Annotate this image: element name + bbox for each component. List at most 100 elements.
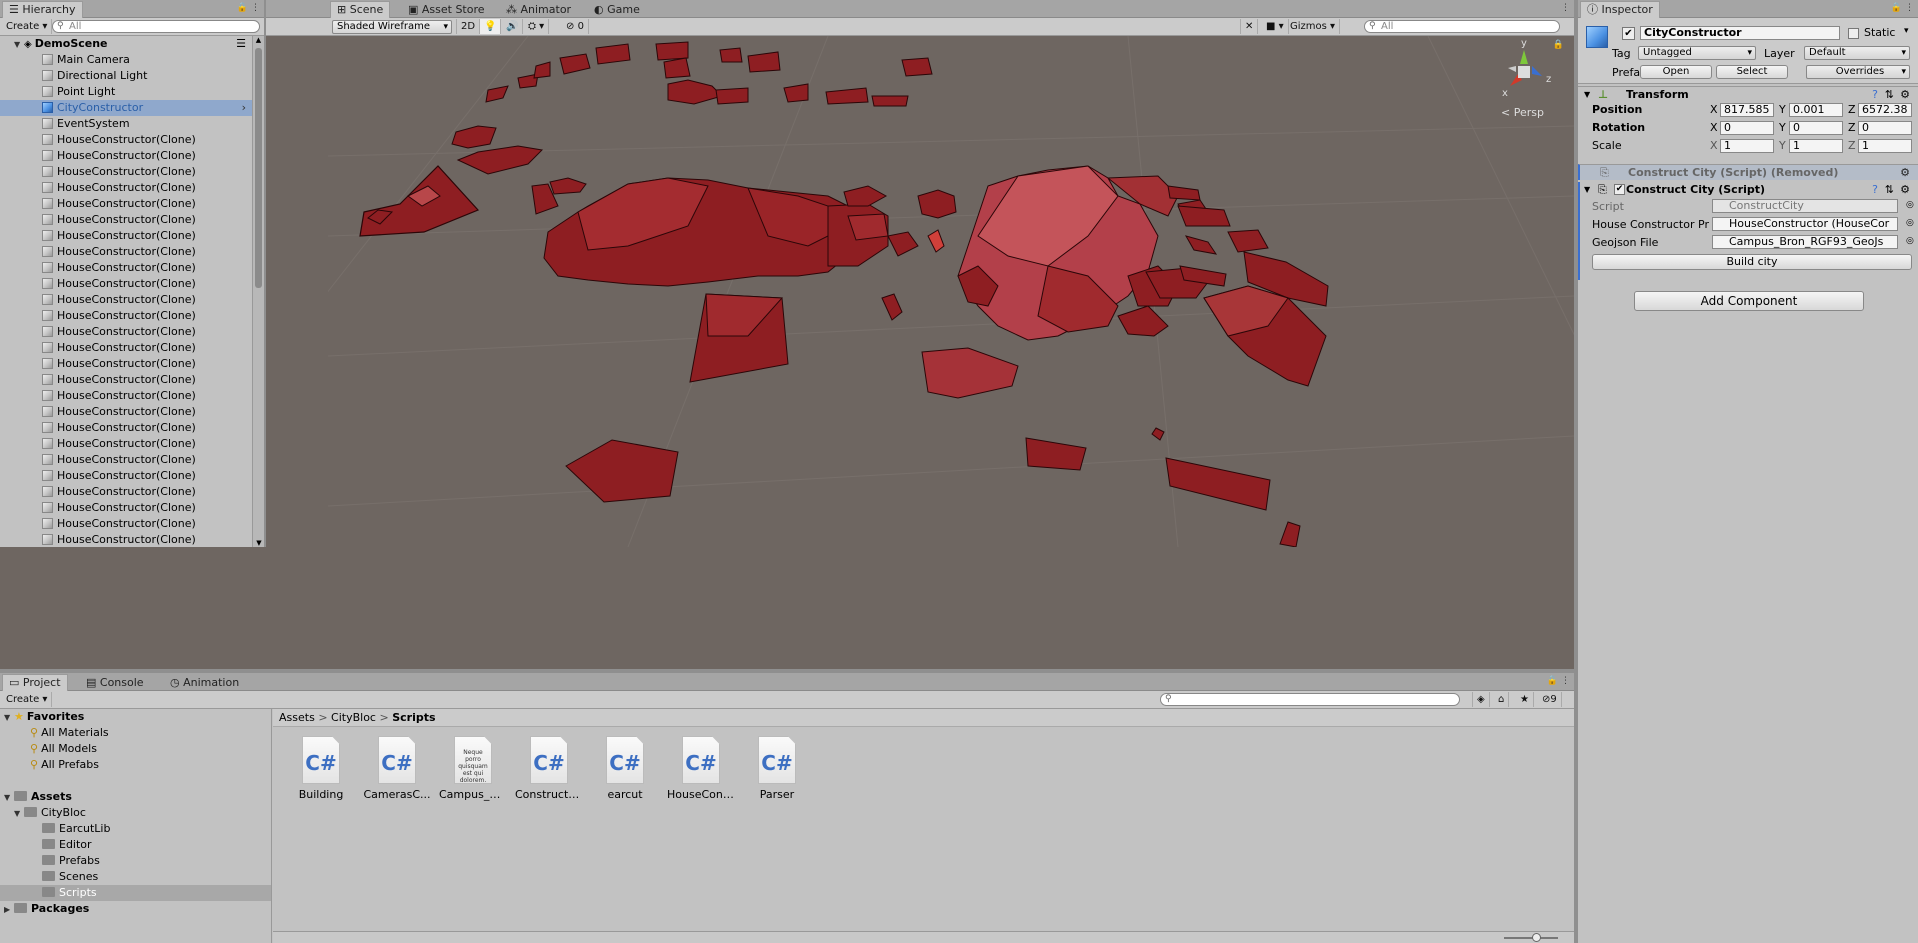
horizontal-splitter[interactable] [0, 669, 1574, 673]
vertical-splitter[interactable] [1574, 0, 1578, 943]
effects-dropdown[interactable]: ⛭ ▾ [524, 19, 550, 34]
hierarchy-item[interactable]: Main Camera [0, 52, 252, 68]
gizmo-lock-icon[interactable]: 🔒 [1553, 40, 1564, 50]
favorite-item[interactable]: ⚲ All Materials [0, 725, 271, 741]
hierarchy-item[interactable]: Point Light [0, 84, 252, 100]
hierarchy-item[interactable]: HouseConstructor(Clone) [0, 388, 252, 404]
component-gear-icon[interactable]: ⚙ [1900, 165, 1910, 181]
file-item[interactable]: C# earcut [591, 736, 659, 801]
rotation-x-input[interactable]: 0 [1720, 121, 1774, 135]
hierarchy-item[interactable]: HouseConstructor(Clone) [0, 532, 252, 547]
rotation-y-input[interactable]: 0 [1789, 121, 1843, 135]
favorite-item[interactable]: ⚲ All Models [0, 741, 271, 757]
filter-label-icon[interactable]: ⌂ [1494, 692, 1510, 707]
add-component-button[interactable]: Add Component [1634, 291, 1864, 311]
panel-menu-icon[interactable]: 🔒 ⋮ [237, 3, 260, 13]
collapse-arrow-icon[interactable]: ▼ [1584, 87, 1590, 103]
tab-console[interactable]: ▤ Console [80, 675, 150, 691]
hierarchy-item[interactable]: EventSystem [0, 116, 252, 132]
static-dropdown-icon[interactable]: ▾ [1904, 26, 1909, 36]
hierarchy-item[interactable]: HouseConstructor(Clone) [0, 212, 252, 228]
scale-z-input[interactable]: 1 [1858, 139, 1912, 153]
hierarchy-item[interactable]: HouseConstructor(Clone) [0, 180, 252, 196]
collapse-arrow-icon[interactable]: ▼ [1584, 182, 1590, 198]
gizmos-dropdown[interactable]: Gizmos ▾ [1286, 19, 1341, 34]
file-item[interactable]: C# Parser [743, 736, 811, 801]
hierarchy-item[interactable]: HouseConstructor(Clone) [0, 260, 252, 276]
scene-viewport[interactable]: y z x 🔒 < Persp [328, 36, 1574, 547]
object-picker-icon[interactable]: ◎ [1906, 236, 1914, 246]
hierarchy-item[interactable]: HouseConstructor(Clone) [0, 324, 252, 340]
tab-game[interactable]: ◐ Game [588, 2, 646, 18]
hierarchy-item[interactable]: HouseConstructor(Clone) [0, 372, 252, 388]
hierarchy-item[interactable]: HouseConstructor(Clone) [0, 516, 252, 532]
hierarchy-item[interactable]: HouseConstructor(Clone) [0, 244, 252, 260]
audio-toggle[interactable]: 🔊 [502, 19, 524, 34]
breadcrumb-item[interactable]: Assets [279, 711, 315, 724]
expand-arrow-icon[interactable]: ▼ [4, 790, 14, 806]
hidden-objects-toggle[interactable]: ⊘ 0 [562, 19, 589, 34]
expand-arrow-icon[interactable]: ▼ [14, 37, 24, 53]
help-icon[interactable]: ? [1872, 182, 1878, 198]
expand-arrow-icon[interactable]: ▼ [14, 806, 24, 822]
presets-icon[interactable]: ⇅ [1885, 87, 1894, 103]
citybloc-folder[interactable]: ▼ CityBloc [0, 805, 271, 821]
prefab-overrides-dropdown[interactable]: Overrides [1806, 65, 1910, 79]
create-button[interactable]: Create ▾ [2, 19, 53, 34]
geojson-field[interactable]: Campus_Bron_RGF93_GeoJs [1712, 235, 1898, 249]
prefab-open-button[interactable]: Open [1640, 65, 1712, 79]
project-create-button[interactable]: Create ▾ [2, 692, 53, 707]
scene-menu-icon[interactable]: ⋮ [1561, 3, 1570, 13]
scale-x-input[interactable]: 1 [1720, 139, 1774, 153]
favorites-item[interactable]: ▼ ★ Favorites [0, 709, 271, 725]
hierarchy-search-input[interactable]: ⚲ All [52, 20, 260, 33]
hierarchy-item[interactable]: HouseConstructor(Clone) [0, 452, 252, 468]
folder-prefabs[interactable]: Prefabs [0, 853, 271, 869]
tab-inspector[interactable]: ⓘ Inspector [1580, 1, 1660, 18]
scroll-up-icon[interactable]: ▲ [253, 36, 264, 44]
scroll-down-icon[interactable]: ▼ [253, 539, 264, 547]
position-y-input[interactable]: 0.001 [1789, 103, 1843, 117]
persp-label[interactable]: < Persp [1501, 106, 1544, 119]
static-checkbox[interactable] [1848, 28, 1859, 39]
folder-scenes[interactable]: Scenes [0, 869, 271, 885]
breadcrumb-item[interactable]: CityBloc [331, 711, 376, 724]
2d-toggle[interactable]: 2D [456, 19, 481, 34]
prefab-select-button[interactable]: Select [1716, 65, 1788, 79]
file-item[interactable]: C# Building [287, 736, 355, 801]
transform-header[interactable]: ▼ ⊥ Transform ? ⇅ ⚙ [1578, 86, 1918, 102]
hierarchy-item[interactable]: HouseConstructor(Clone) [0, 228, 252, 244]
hierarchy-item[interactable]: HouseConstructor(Clone) [0, 276, 252, 292]
scene-root[interactable]: ▼ ◈ DemoScene ☰ [0, 36, 252, 52]
tools-icon[interactable]: ✕ [1240, 19, 1259, 34]
object-name-input[interactable]: CityConstructor [1640, 26, 1840, 40]
house-constructor-field[interactable]: HouseConstructor (HouseCor [1712, 217, 1898, 231]
folder-earcutlib[interactable]: EarcutLib [0, 821, 271, 837]
tab-asset-store[interactable]: ▣ Asset Store [402, 2, 491, 18]
favorite-item[interactable]: ⚲ All Prefabs [0, 757, 271, 773]
enabled-checkbox[interactable]: ✔ [1614, 184, 1625, 195]
breadcrumb-item[interactable]: Scripts [392, 711, 435, 724]
hierarchy-scrollbar[interactable]: ▲ ▼ [252, 36, 264, 547]
lighting-toggle[interactable]: 💡 [480, 19, 502, 34]
hierarchy-item[interactable]: HouseConstructor(Clone) [0, 308, 252, 324]
component-gear-icon[interactable]: ⚙ [1900, 87, 1910, 103]
hierarchy-item[interactable]: HouseConstructor(Clone) [0, 436, 252, 452]
scale-y-input[interactable]: 1 [1789, 139, 1843, 153]
expand-arrow-icon[interactable]: ▼ [4, 710, 14, 726]
file-item[interactable]: C# ConstructC... [515, 736, 583, 801]
file-item[interactable]: Neque porro quisquam est qui dolorem. Cam… [439, 736, 507, 801]
favorite-star-icon[interactable]: ★ [1516, 692, 1534, 707]
component-gear-icon[interactable]: ⚙ [1900, 182, 1910, 198]
file-item[interactable]: C# CamerasC... [363, 736, 431, 801]
hierarchy-item[interactable]: HouseConstructor(Clone) [0, 468, 252, 484]
hierarchy-item[interactable]: HouseConstructor(Clone) [0, 132, 252, 148]
panel-menu-icon[interactable]: 🔒 ⋮ [1547, 676, 1570, 686]
filter-type-icon[interactable]: ◈ [1472, 692, 1490, 707]
hierarchy-item[interactable]: HouseConstructor(Clone) [0, 164, 252, 180]
scene-menu-icon[interactable]: ☰ [236, 36, 246, 52]
packages-folder[interactable]: ▶ Packages [0, 901, 271, 917]
construct-city-header[interactable]: ▼ ⎘ ✔ Construct City (Script) ? ⇅ ⚙ [1580, 182, 1918, 198]
hierarchy-item[interactable]: HouseConstructor(Clone) [0, 500, 252, 516]
position-x-input[interactable]: 817.585 [1720, 103, 1774, 117]
